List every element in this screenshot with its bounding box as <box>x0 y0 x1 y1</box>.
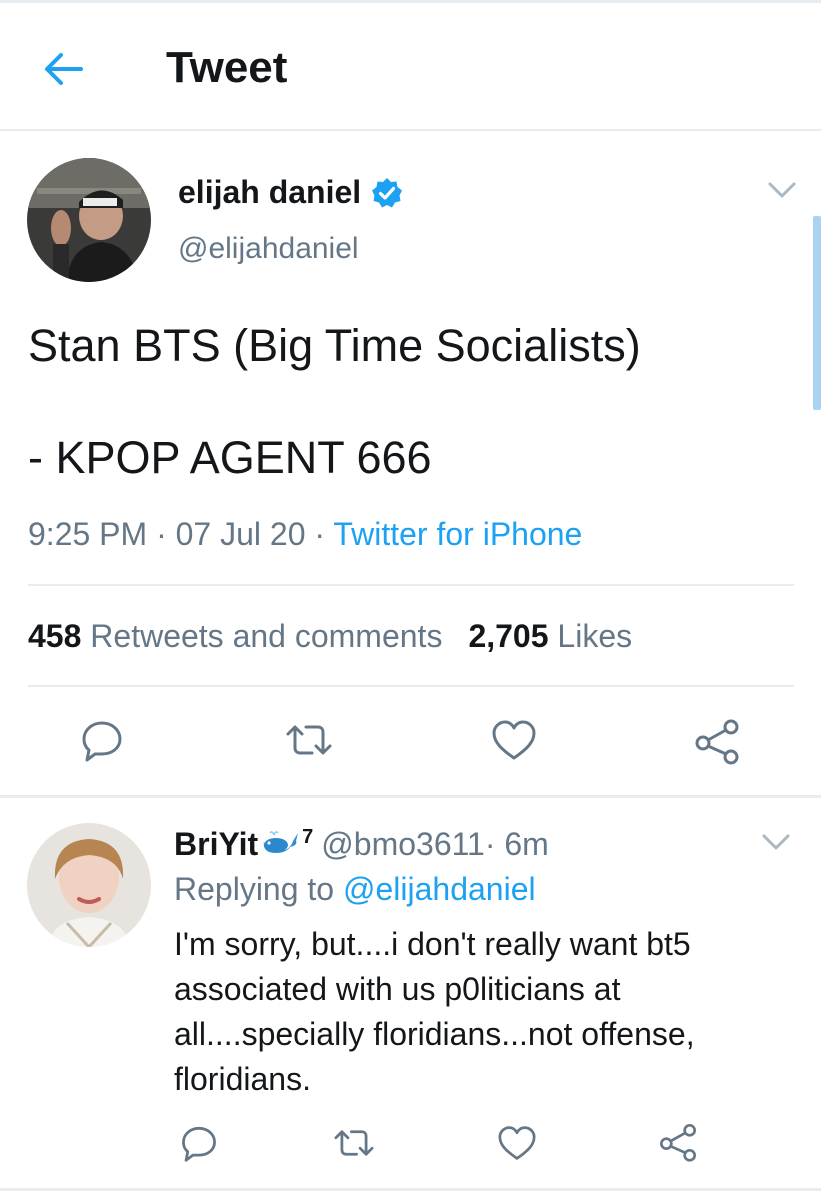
share-icon <box>660 1124 696 1162</box>
like-icon <box>498 1126 536 1160</box>
likes-stat[interactable]: 2,705 Likes <box>468 618 632 654</box>
reply-avatar[interactable] <box>27 823 151 947</box>
tweet-meta: 9:25 PM · 07 Jul 20 · Twitter for iPhone <box>28 516 582 553</box>
reply-text-line: associated with us p0liticians at <box>174 971 621 1007</box>
reply-author-handle[interactable]: @bmo3611 <box>321 826 485 863</box>
reply-author-name[interactable]: BriYit <box>174 826 258 863</box>
like-button[interactable] <box>490 716 538 764</box>
reply-text: I'm sorry, but....i don't really want bt… <box>174 922 794 1102</box>
likes-label: Likes <box>557 618 633 654</box>
tweet-text-line: - KPOP AGENT 666 <box>28 432 432 483</box>
reply-share-button[interactable] <box>656 1120 700 1164</box>
reply-reply-button[interactable] <box>178 1122 220 1164</box>
tweet-time: 9:25 PM <box>28 516 148 552</box>
retweets-count: 458 <box>28 618 82 654</box>
tweet-menu-button[interactable] <box>766 180 798 205</box>
reply-button[interactable] <box>78 716 126 764</box>
reply-text-line: floridians. <box>174 1061 311 1097</box>
likes-count: 2,705 <box>468 618 549 654</box>
meta-separator: · <box>305 516 334 552</box>
reply-icon <box>82 721 122 762</box>
avatar[interactable] <box>27 158 151 282</box>
tweet-stats: 458 Retweets and comments 2,705 Likes <box>28 618 632 655</box>
retweets-stat[interactable]: 458 Retweets and comments <box>28 618 442 654</box>
chevron-down-icon <box>762 834 790 850</box>
reply-icon <box>182 1126 216 1162</box>
reply-menu-button[interactable] <box>760 832 792 857</box>
author-name-text: elijah daniel <box>178 174 362 210</box>
like-icon <box>492 720 536 760</box>
replying-mention-link[interactable]: @elijahdaniel <box>343 871 536 907</box>
tweet-text: Stan BTS (Big Time Socialists) - KPOP AG… <box>28 318 798 486</box>
whale-icon <box>263 831 299 853</box>
arrow-left-icon <box>45 53 83 85</box>
meta-separator: · <box>147 516 176 552</box>
retweet-icon <box>334 1130 374 1156</box>
tweet-text-line: Stan BTS (Big Time Socialists) <box>28 320 641 371</box>
back-button[interactable] <box>40 49 86 89</box>
divider <box>28 685 794 687</box>
divider <box>28 584 794 586</box>
retweet-button[interactable] <box>282 716 336 764</box>
verified-badge-icon <box>371 177 403 209</box>
reply-header: BriYit 7 @bmo3611 · 6m <box>174 826 549 863</box>
retweet-icon <box>286 725 332 755</box>
page-title: Tweet <box>166 43 288 92</box>
divider <box>0 795 821 798</box>
reply-text-line: I'm sorry, but....i don't really want bt… <box>174 926 691 962</box>
tweet-date: 07 Jul 20 <box>175 516 306 552</box>
share-icon <box>695 719 739 765</box>
author-handle[interactable]: @elijahdaniel <box>178 232 359 266</box>
replying-label: Replying to <box>174 871 335 907</box>
tweet-source-link[interactable]: Twitter for iPhone <box>333 516 582 552</box>
reply-text-line: all....specially floridians...not offens… <box>174 1016 695 1052</box>
share-button[interactable] <box>692 716 742 766</box>
reply-time: · 6m <box>484 826 549 862</box>
divider <box>0 1188 821 1191</box>
chevron-down-icon <box>768 182 796 198</box>
author-name[interactable]: elijah daniel <box>178 174 403 211</box>
retweets-label: Retweets and comments <box>90 618 443 654</box>
scrollbar[interactable] <box>813 216 821 410</box>
reply-retweet-button[interactable] <box>330 1122 378 1164</box>
app-header: Tweet <box>0 3 821 131</box>
reply-like-button[interactable] <box>496 1122 538 1164</box>
reply-author-superscript: 7 <box>302 826 314 848</box>
replying-to: Replying to @elijahdaniel <box>174 871 536 908</box>
